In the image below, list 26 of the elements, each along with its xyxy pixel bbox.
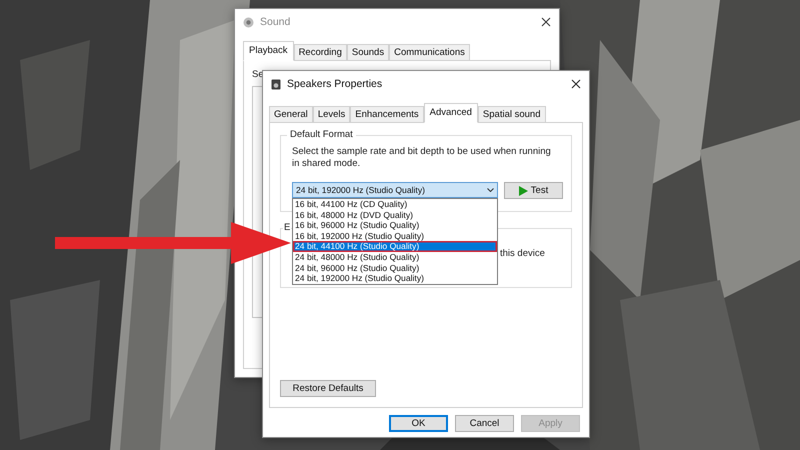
tab[interactable]: Playback xyxy=(243,41,294,61)
dialog-button[interactable]: Cancel xyxy=(455,415,514,432)
tab[interactable]: Sounds xyxy=(346,44,390,61)
format-dropdown[interactable]: 24 bit, 192000 Hz (Studio Quality) xyxy=(292,182,498,198)
speaker-icon xyxy=(271,78,281,90)
description-text: Select the sample rate and bit depth to be used when running in shared mode. xyxy=(292,146,552,170)
tab[interactable]: General xyxy=(269,106,313,123)
close-icon[interactable] xyxy=(541,17,551,27)
group-label: Default Format xyxy=(287,129,356,140)
window-title: Sound xyxy=(260,16,292,28)
play-icon xyxy=(518,186,528,196)
tab[interactable]: Recording xyxy=(294,44,347,61)
speaker-icon xyxy=(243,16,254,28)
caret-icon xyxy=(487,188,494,192)
checkbox-label: this device xyxy=(500,248,545,259)
test-button[interactable]: Test xyxy=(504,182,563,199)
tab[interactable]: Communications xyxy=(389,44,470,61)
close-icon[interactable] xyxy=(571,79,581,89)
restore-defaults-button[interactable]: Restore Defaults xyxy=(280,380,376,397)
window-title: Speakers Properties xyxy=(287,78,384,90)
format-option[interactable]: 24 bit, 44100 Hz (Studio Quality) xyxy=(293,241,497,252)
tab[interactable]: Levels xyxy=(312,106,350,123)
tab[interactable]: Spatial sound xyxy=(478,106,546,123)
tab[interactable]: Advanced xyxy=(424,103,478,123)
tab[interactable]: Enhancements xyxy=(350,106,424,123)
dialog-button[interactable]: OK xyxy=(389,415,448,432)
